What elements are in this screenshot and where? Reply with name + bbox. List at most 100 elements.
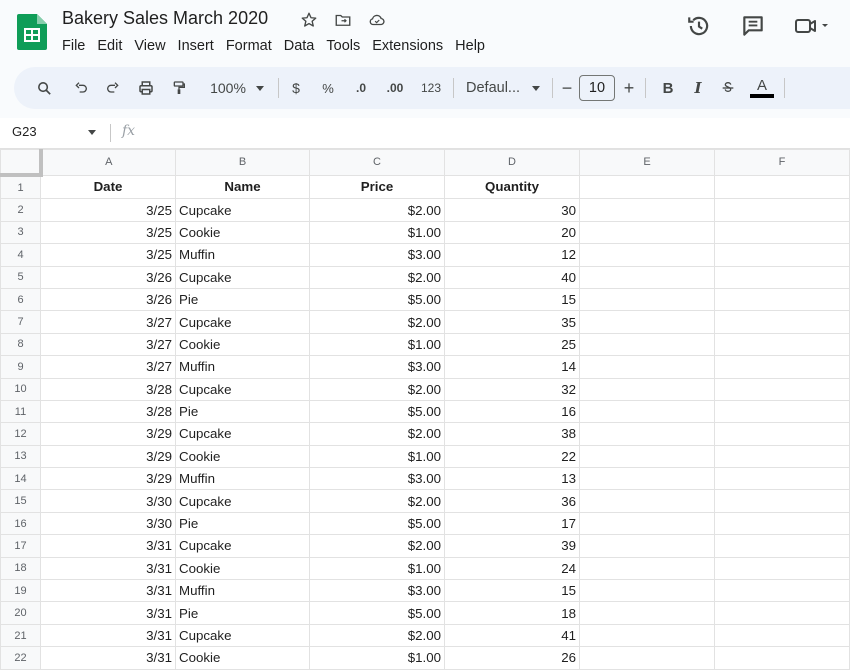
cell[interactable]: $2.00 bbox=[309, 534, 445, 558]
cell[interactable] bbox=[579, 174, 715, 200]
cell[interactable]: $3.00 bbox=[309, 355, 445, 379]
italic-button[interactable]: I bbox=[686, 74, 710, 102]
cell[interactable]: Price bbox=[309, 174, 445, 200]
row-header[interactable]: 5 bbox=[0, 265, 41, 289]
cell[interactable]: $1.00 bbox=[309, 332, 445, 357]
cell[interactable] bbox=[579, 467, 715, 491]
cell[interactable]: 3/31 bbox=[40, 601, 176, 625]
cell[interactable]: Cupcake bbox=[175, 489, 310, 513]
cell[interactable]: 3/26 bbox=[40, 287, 176, 312]
cell[interactable]: 3/27 bbox=[40, 332, 176, 357]
cell[interactable]: 24 bbox=[444, 556, 580, 581]
zoom-select[interactable]: 100% bbox=[206, 74, 250, 102]
cell[interactable]: 17 bbox=[444, 511, 580, 536]
cell[interactable]: $3.00 bbox=[309, 243, 445, 267]
cell[interactable]: 30 bbox=[444, 198, 580, 222]
cell[interactable] bbox=[579, 623, 715, 648]
cell[interactable] bbox=[579, 310, 715, 334]
paint-format-icon[interactable] bbox=[166, 74, 192, 102]
cell[interactable]: Pie bbox=[175, 287, 310, 312]
cell[interactable] bbox=[579, 579, 715, 603]
cell[interactable] bbox=[579, 287, 715, 312]
cell[interactable]: 18 bbox=[444, 601, 580, 625]
row-header[interactable]: 9 bbox=[0, 355, 41, 379]
cell[interactable]: Name bbox=[175, 174, 310, 200]
print-icon[interactable] bbox=[132, 74, 160, 102]
number-format-button[interactable]: 123 bbox=[417, 74, 445, 102]
row-header[interactable]: 1 bbox=[0, 174, 41, 200]
cell[interactable] bbox=[714, 646, 850, 670]
cell[interactable]: 40 bbox=[444, 265, 580, 289]
cell[interactable]: 3/25 bbox=[40, 243, 176, 267]
cell[interactable] bbox=[579, 265, 715, 289]
cell[interactable]: 3/27 bbox=[40, 355, 176, 379]
cell[interactable]: $2.00 bbox=[309, 310, 445, 334]
row-header[interactable]: 8 bbox=[0, 332, 41, 357]
cell[interactable]: Cupcake bbox=[175, 623, 310, 648]
row-header[interactable]: 19 bbox=[0, 579, 41, 603]
cell[interactable] bbox=[714, 534, 850, 558]
row-header[interactable]: 6 bbox=[0, 287, 41, 312]
cell[interactable]: $3.00 bbox=[309, 579, 445, 603]
row-header[interactable]: 15 bbox=[0, 489, 41, 513]
cell[interactable]: Quantity bbox=[444, 174, 580, 200]
name-box[interactable]: G23 bbox=[12, 124, 37, 139]
cell[interactable] bbox=[579, 377, 715, 401]
cell[interactable]: 3/31 bbox=[40, 579, 176, 603]
row-header[interactable]: 18 bbox=[0, 556, 41, 581]
row-header[interactable]: 16 bbox=[0, 511, 41, 536]
column-header-e[interactable]: E bbox=[579, 149, 715, 176]
cell[interactable] bbox=[714, 265, 850, 289]
row-header[interactable]: 20 bbox=[0, 601, 41, 625]
cell[interactable] bbox=[714, 444, 850, 469]
cell[interactable]: 3/29 bbox=[40, 422, 176, 446]
decrease-decimal-button[interactable]: .0 bbox=[349, 74, 373, 102]
row-header[interactable]: 4 bbox=[0, 243, 41, 267]
cell[interactable] bbox=[714, 601, 850, 625]
row-header[interactable]: 2 bbox=[0, 198, 41, 222]
row-header[interactable]: 11 bbox=[0, 399, 41, 424]
menu-format[interactable]: Format bbox=[220, 36, 278, 56]
row-header[interactable]: 17 bbox=[0, 534, 41, 558]
bold-button[interactable]: B bbox=[656, 74, 680, 102]
cell[interactable] bbox=[714, 511, 850, 536]
cell[interactable]: 3/28 bbox=[40, 377, 176, 401]
cell[interactable] bbox=[714, 377, 850, 401]
cell[interactable] bbox=[579, 332, 715, 357]
row-header[interactable]: 21 bbox=[0, 623, 41, 648]
redo-icon[interactable] bbox=[100, 74, 126, 102]
cell[interactable]: Muffin bbox=[175, 579, 310, 603]
cell[interactable]: 3/27 bbox=[40, 310, 176, 334]
strikethrough-icon[interactable] bbox=[716, 74, 740, 102]
column-header-a[interactable]: A bbox=[40, 149, 176, 176]
cell[interactable]: $5.00 bbox=[309, 287, 445, 312]
cell[interactable]: Cookie bbox=[175, 646, 310, 670]
cell[interactable]: 3/31 bbox=[40, 623, 176, 648]
cell[interactable]: 22 bbox=[444, 444, 580, 469]
move-folder-icon[interactable] bbox=[332, 9, 354, 31]
cell[interactable]: Date bbox=[40, 174, 176, 200]
cell[interactable] bbox=[714, 310, 850, 334]
column-header-c[interactable]: C bbox=[309, 149, 445, 176]
cell[interactable]: Pie bbox=[175, 511, 310, 536]
document-title[interactable]: Bakery Sales March 2020 bbox=[62, 8, 268, 29]
cell[interactable]: 32 bbox=[444, 377, 580, 401]
cell[interactable]: 20 bbox=[444, 220, 580, 245]
cell[interactable] bbox=[714, 467, 850, 491]
cell[interactable]: 13 bbox=[444, 467, 580, 491]
cell[interactable]: 26 bbox=[444, 646, 580, 670]
cell[interactable]: 35 bbox=[444, 310, 580, 334]
cell[interactable] bbox=[714, 332, 850, 357]
cell[interactable]: 3/29 bbox=[40, 467, 176, 491]
text-color-button[interactable]: A bbox=[748, 74, 776, 102]
name-box-dropdown-icon[interactable] bbox=[88, 130, 96, 135]
cell[interactable] bbox=[714, 579, 850, 603]
cell[interactable]: Muffin bbox=[175, 467, 310, 491]
cell[interactable]: 3/31 bbox=[40, 534, 176, 558]
row-header[interactable]: 14 bbox=[0, 467, 41, 491]
cell[interactable]: $2.00 bbox=[309, 198, 445, 222]
version-history-icon[interactable] bbox=[686, 13, 712, 39]
menu-tools[interactable]: Tools bbox=[320, 36, 366, 56]
cell[interactable] bbox=[579, 355, 715, 379]
cell[interactable]: 38 bbox=[444, 422, 580, 446]
